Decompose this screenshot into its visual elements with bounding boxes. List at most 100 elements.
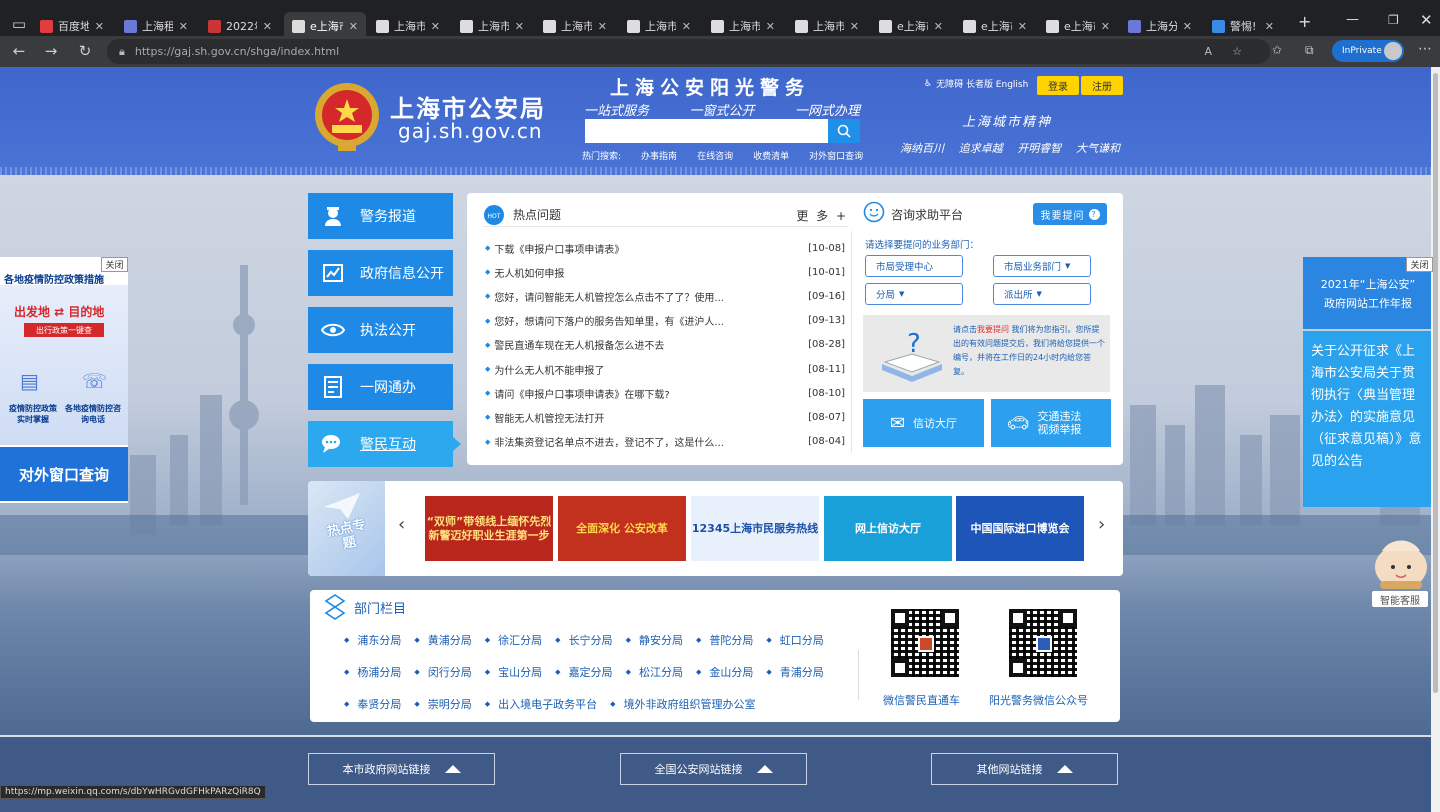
more-link[interactable]: 更 多 +: [796, 207, 848, 224]
hot-issue-title[interactable]: 您好，想请问下落户的服务告知单里，有《进沪人...: [494, 313, 805, 328]
department-link[interactable]: 杨浦分局: [344, 664, 401, 680]
topic-banner[interactable]: 全面深化 公安改革: [558, 496, 686, 561]
department-link[interactable]: 浦东分局: [344, 632, 401, 648]
dept-button-branch[interactable]: 分局 ▼: [865, 283, 963, 305]
tab-close-icon[interactable]: ✕: [934, 20, 943, 33]
login-button[interactable]: 登录: [1037, 76, 1079, 95]
hot-search-link[interactable]: 收费清单: [753, 149, 789, 162]
ask-question-button[interactable]: 我要提问 ?: [1033, 203, 1107, 225]
tab-close-icon[interactable]: ✕: [95, 20, 104, 33]
hot-issue-row[interactable]: ◆ 您好，想请问下落户的服务告知单里，有《进沪人... [09-13]: [485, 309, 845, 333]
hot-issue-title[interactable]: 请问《申报户口事项申请表》在哪下载?: [494, 386, 805, 401]
epidemic-policy-ad[interactable]: 各地疫情防控政策措施 关闭 出发地 ⇄ 目的地 出行政策一键查 疫情防控政策实时…: [0, 257, 128, 503]
hot-issue-row[interactable]: ◆ 智能无人机管控无法打开 [08-07]: [485, 405, 845, 429]
notice-ask-link[interactable]: 我要提问: [977, 325, 1009, 334]
right-ad-close-button[interactable]: 关闭: [1406, 257, 1433, 272]
hot-issue-row[interactable]: ◆ 请问《申报户口事项申请表》在哪下载? [08-10]: [485, 381, 845, 405]
department-link[interactable]: 嘉定分局: [555, 664, 613, 680]
right-notice-ad[interactable]: 关闭 2021年“上海公安” 政府网站工作年报 关于公开征求《上海市公安局关于贯…: [1303, 257, 1433, 507]
tab-close-icon[interactable]: ✕: [598, 20, 607, 33]
close-window-icon[interactable]: ✕: [1420, 11, 1433, 29]
tab-close-icon[interactable]: ✕: [1018, 20, 1027, 33]
inprivate-badge[interactable]: InPrivate: [1332, 40, 1404, 62]
national-police-links-button[interactable]: 全国公安网站链接: [620, 753, 807, 785]
topic-banner[interactable]: 中国国际进口博览会: [956, 496, 1084, 561]
nav-law-enforcement[interactable]: 执法公开: [308, 307, 453, 353]
department-link[interactable]: 金山分局: [696, 664, 753, 680]
nav-one-network[interactable]: 一网通办: [308, 364, 453, 410]
hot-issue-row[interactable]: ◆ 您好，请问智能无人机管控怎么点击不了了？使用... [09-16]: [485, 284, 845, 308]
tab-close-icon[interactable]: ✕: [850, 20, 859, 33]
department-link[interactable]: 出入境电子政务平台: [485, 696, 597, 712]
hot-issue-title[interactable]: 为什么无人机不能申报了: [494, 362, 805, 377]
tab-close-icon[interactable]: ✕: [766, 20, 775, 33]
back-icon[interactable]: ←: [6, 38, 32, 64]
favorites-icon[interactable]: ✩: [1272, 43, 1282, 57]
dept-button-city-center[interactable]: 市局受理中心: [865, 255, 963, 277]
department-link[interactable]: 境外非政府组织管理办公室: [610, 696, 756, 712]
tab-close-icon[interactable]: ✕: [515, 20, 524, 33]
tab-close-icon[interactable]: ✕: [349, 20, 358, 33]
department-link[interactable]: 青浦分局: [766, 664, 824, 680]
smart-service-label[interactable]: 智能客服: [1372, 591, 1428, 607]
hot-issue-title[interactable]: 您好，请问智能无人机管控怎么点击不了了？使用...: [494, 289, 805, 304]
carousel-next-icon[interactable]: ›: [1098, 514, 1105, 535]
tab-close-icon[interactable]: ✕: [263, 20, 272, 33]
tab-close-icon[interactable]: ✕: [431, 20, 440, 33]
hot-search-link[interactable]: 办事指南: [641, 149, 677, 162]
carousel-prev-icon[interactable]: ‹: [398, 514, 405, 535]
maximize-icon[interactable]: ❐: [1388, 13, 1399, 27]
department-link[interactable]: 宝山分局: [485, 664, 542, 680]
tab-close-icon[interactable]: ✕: [1265, 20, 1274, 33]
department-link[interactable]: 松江分局: [626, 664, 683, 680]
tab-close-icon[interactable]: ✕: [1101, 20, 1110, 33]
page-scrollbar[interactable]: [1431, 67, 1440, 812]
qr-label[interactable]: 阳光警务微信公众号: [989, 692, 1088, 708]
window-query-button[interactable]: 对外窗口查询: [0, 447, 128, 501]
department-link[interactable]: 长宁分局: [555, 632, 613, 648]
department-link[interactable]: 奉贤分局: [344, 696, 401, 712]
tab-actions-icon[interactable]: ▭: [6, 11, 32, 37]
hot-issue-row[interactable]: ◆ 下载《申报户口事项申请表》 [10-08]: [485, 236, 845, 260]
utility-links[interactable]: ♿︎ 无障碍 长者版 English: [924, 77, 1028, 91]
register-button[interactable]: 注册: [1081, 76, 1123, 95]
hot-issue-row[interactable]: ◆ 无人机如何申报 [10-01]: [485, 260, 845, 284]
forward-icon[interactable]: →: [38, 38, 64, 64]
more-menu-icon[interactable]: ⋯: [1418, 41, 1432, 57]
other-links-button[interactable]: 其他网站链接: [931, 753, 1118, 785]
tab-close-icon[interactable]: ✕: [1183, 20, 1192, 33]
new-tab-icon[interactable]: +: [1298, 12, 1311, 31]
department-link[interactable]: 闵行分局: [414, 664, 472, 680]
notice-banner[interactable]: 关于公开征求《上海市公安局关于贯彻执行〈典当管理办法〉的实施意见（征求意见稿）》…: [1303, 331, 1433, 507]
nav-police-news[interactable]: 警务报道: [308, 193, 453, 239]
traffic-report-button[interactable]: 🚗︎ 交通违法 视频举报: [991, 399, 1111, 447]
nav-police-interaction[interactable]: 警民互动: [308, 421, 461, 467]
nav-gov-info[interactable]: 政府信息公开: [308, 250, 453, 296]
scrollbar-thumb[interactable]: [1433, 73, 1438, 693]
search-button[interactable]: [828, 119, 860, 143]
hot-issue-row[interactable]: ◆ 为什么无人机不能申报了 [08-11]: [485, 357, 845, 381]
department-link[interactable]: 崇明分局: [414, 696, 472, 712]
hot-issue-title[interactable]: 智能无人机管控无法打开: [494, 410, 805, 425]
topic-banner[interactable]: 网上信访大厅: [824, 496, 952, 561]
favorite-add-icon[interactable]: ☆: [1232, 45, 1242, 58]
left-ad-close-button[interactable]: 关闭: [101, 257, 128, 272]
dept-button-station[interactable]: 派出所 ▼: [993, 283, 1091, 305]
topic-banner[interactable]: 12345上海市民服务热线: [691, 496, 819, 561]
minimize-icon[interactable]: —: [1346, 12, 1359, 27]
tab-close-icon[interactable]: ✕: [682, 20, 691, 33]
hot-search-link[interactable]: 在线咨询: [697, 149, 733, 162]
collections-icon[interactable]: ⧉: [1305, 43, 1314, 58]
department-link[interactable]: 普陀分局: [696, 632, 753, 648]
tab-close-icon[interactable]: ✕: [179, 20, 188, 33]
dept-button-city-business[interactable]: 市局业务部门 ▼: [993, 255, 1091, 277]
hot-issue-title[interactable]: 警民直通车现在无人机报备怎么进不去: [494, 337, 805, 352]
hot-issue-title[interactable]: 非法集资登记名单点不进去，登记不了，这是什么...: [494, 434, 805, 449]
read-aloud-icon[interactable]: A: [1204, 45, 1212, 58]
hot-issue-row[interactable]: ◆ 警民直通车现在无人机报备怎么进不去 [08-28]: [485, 333, 845, 357]
search-input[interactable]: [585, 119, 828, 143]
city-gov-links-button[interactable]: 本市政府网站链接: [308, 753, 495, 785]
url-field[interactable]: 🔒︎ https://gaj.sh.gov.cn/shga/index.html…: [107, 39, 1270, 64]
utility-links-text[interactable]: 无障碍 长者版 English: [936, 77, 1028, 90]
hot-issue-row[interactable]: ◆ 非法集资登记名单点不进去，登记不了，这是什么... [08-04]: [485, 430, 845, 454]
